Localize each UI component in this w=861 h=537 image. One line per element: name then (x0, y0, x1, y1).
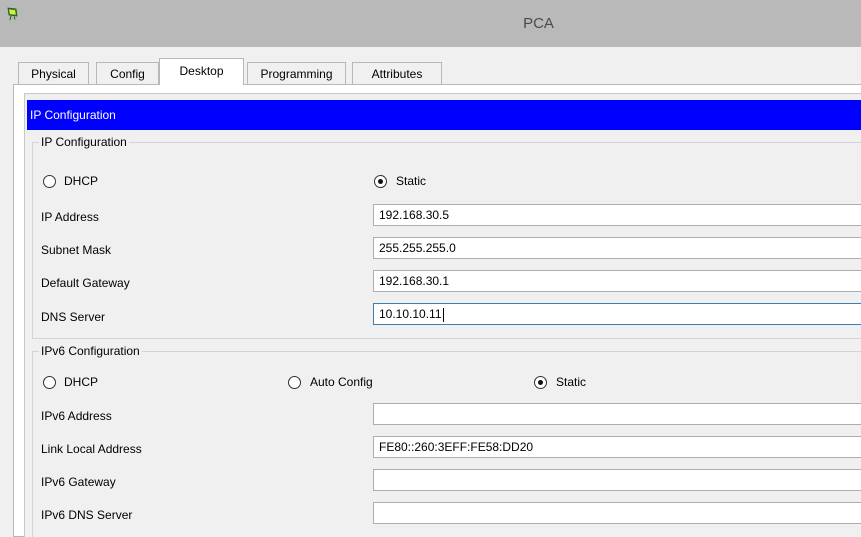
ipv6-dhcp-label[interactable]: DHCP (64, 375, 98, 389)
ipv4-static-label[interactable]: Static (396, 174, 426, 188)
link-local-address-label: Link Local Address (41, 442, 142, 456)
ipv4-group-title: IP Configuration (39, 135, 129, 149)
ipv6-address-input[interactable] (373, 403, 861, 425)
dns-server-value: 10.10.10.11 (379, 307, 442, 321)
ipv6-group-title: IPv6 Configuration (39, 344, 142, 358)
ipv6-group-border (32, 351, 861, 352)
ipv4-static-radio[interactable] (374, 175, 387, 188)
ipv6-group-border-left (32, 351, 33, 537)
tab-physical[interactable]: Physical (18, 62, 89, 84)
default-gateway-label: Default Gateway (41, 276, 130, 290)
ipv6-dns-server-label: IPv6 DNS Server (41, 508, 133, 522)
window-title: PCA (523, 15, 554, 32)
ipv6-dhcp-radio[interactable] (43, 376, 56, 389)
subnet-mask-label: Subnet Mask (41, 243, 112, 257)
ipv6-gateway-input[interactable] (373, 469, 861, 491)
ipv4-group-border (32, 142, 861, 143)
ipv4-dhcp-radio[interactable] (43, 175, 56, 188)
ipv4-group-border-bottom (32, 338, 861, 339)
ipv6-address-label: IPv6 Address (41, 409, 112, 423)
subnet-mask-input[interactable]: 255.255.255.0 (373, 237, 861, 259)
tab-desktop[interactable]: Desktop (159, 58, 244, 85)
link-local-address-input[interactable]: FE80::260:3EFF:FE58:DD20 (373, 436, 861, 458)
tab-programming[interactable]: Programming (247, 62, 346, 84)
ipv4-group-border-left (32, 142, 33, 338)
title-bar[interactable]: PCA (0, 0, 861, 47)
ipv6-static-radio[interactable] (534, 376, 547, 389)
dns-server-label: DNS Server (41, 310, 106, 324)
ipv6-static-label[interactable]: Static (556, 375, 586, 389)
ipv6-auto-config-label[interactable]: Auto Config (310, 375, 373, 389)
ipv4-dhcp-label[interactable]: DHCP (64, 174, 98, 188)
default-gateway-input[interactable]: 192.168.30.1 (373, 270, 861, 292)
tab-attributes[interactable]: Attributes (352, 62, 442, 84)
tab-config[interactable]: Config (96, 62, 159, 84)
ip-address-label: IP Address (41, 210, 99, 224)
ip-configuration-header: IP Configuration (27, 100, 861, 130)
text-caret (442, 307, 444, 322)
ipv6-gateway-label: IPv6 Gateway (41, 475, 116, 489)
ip-address-input[interactable]: 192.168.30.5 (373, 204, 861, 226)
ipv6-dns-server-input[interactable] (373, 502, 861, 524)
dns-server-input[interactable]: 10.10.10.11 (373, 303, 861, 325)
ipv6-auto-config-radio[interactable] (288, 376, 301, 389)
